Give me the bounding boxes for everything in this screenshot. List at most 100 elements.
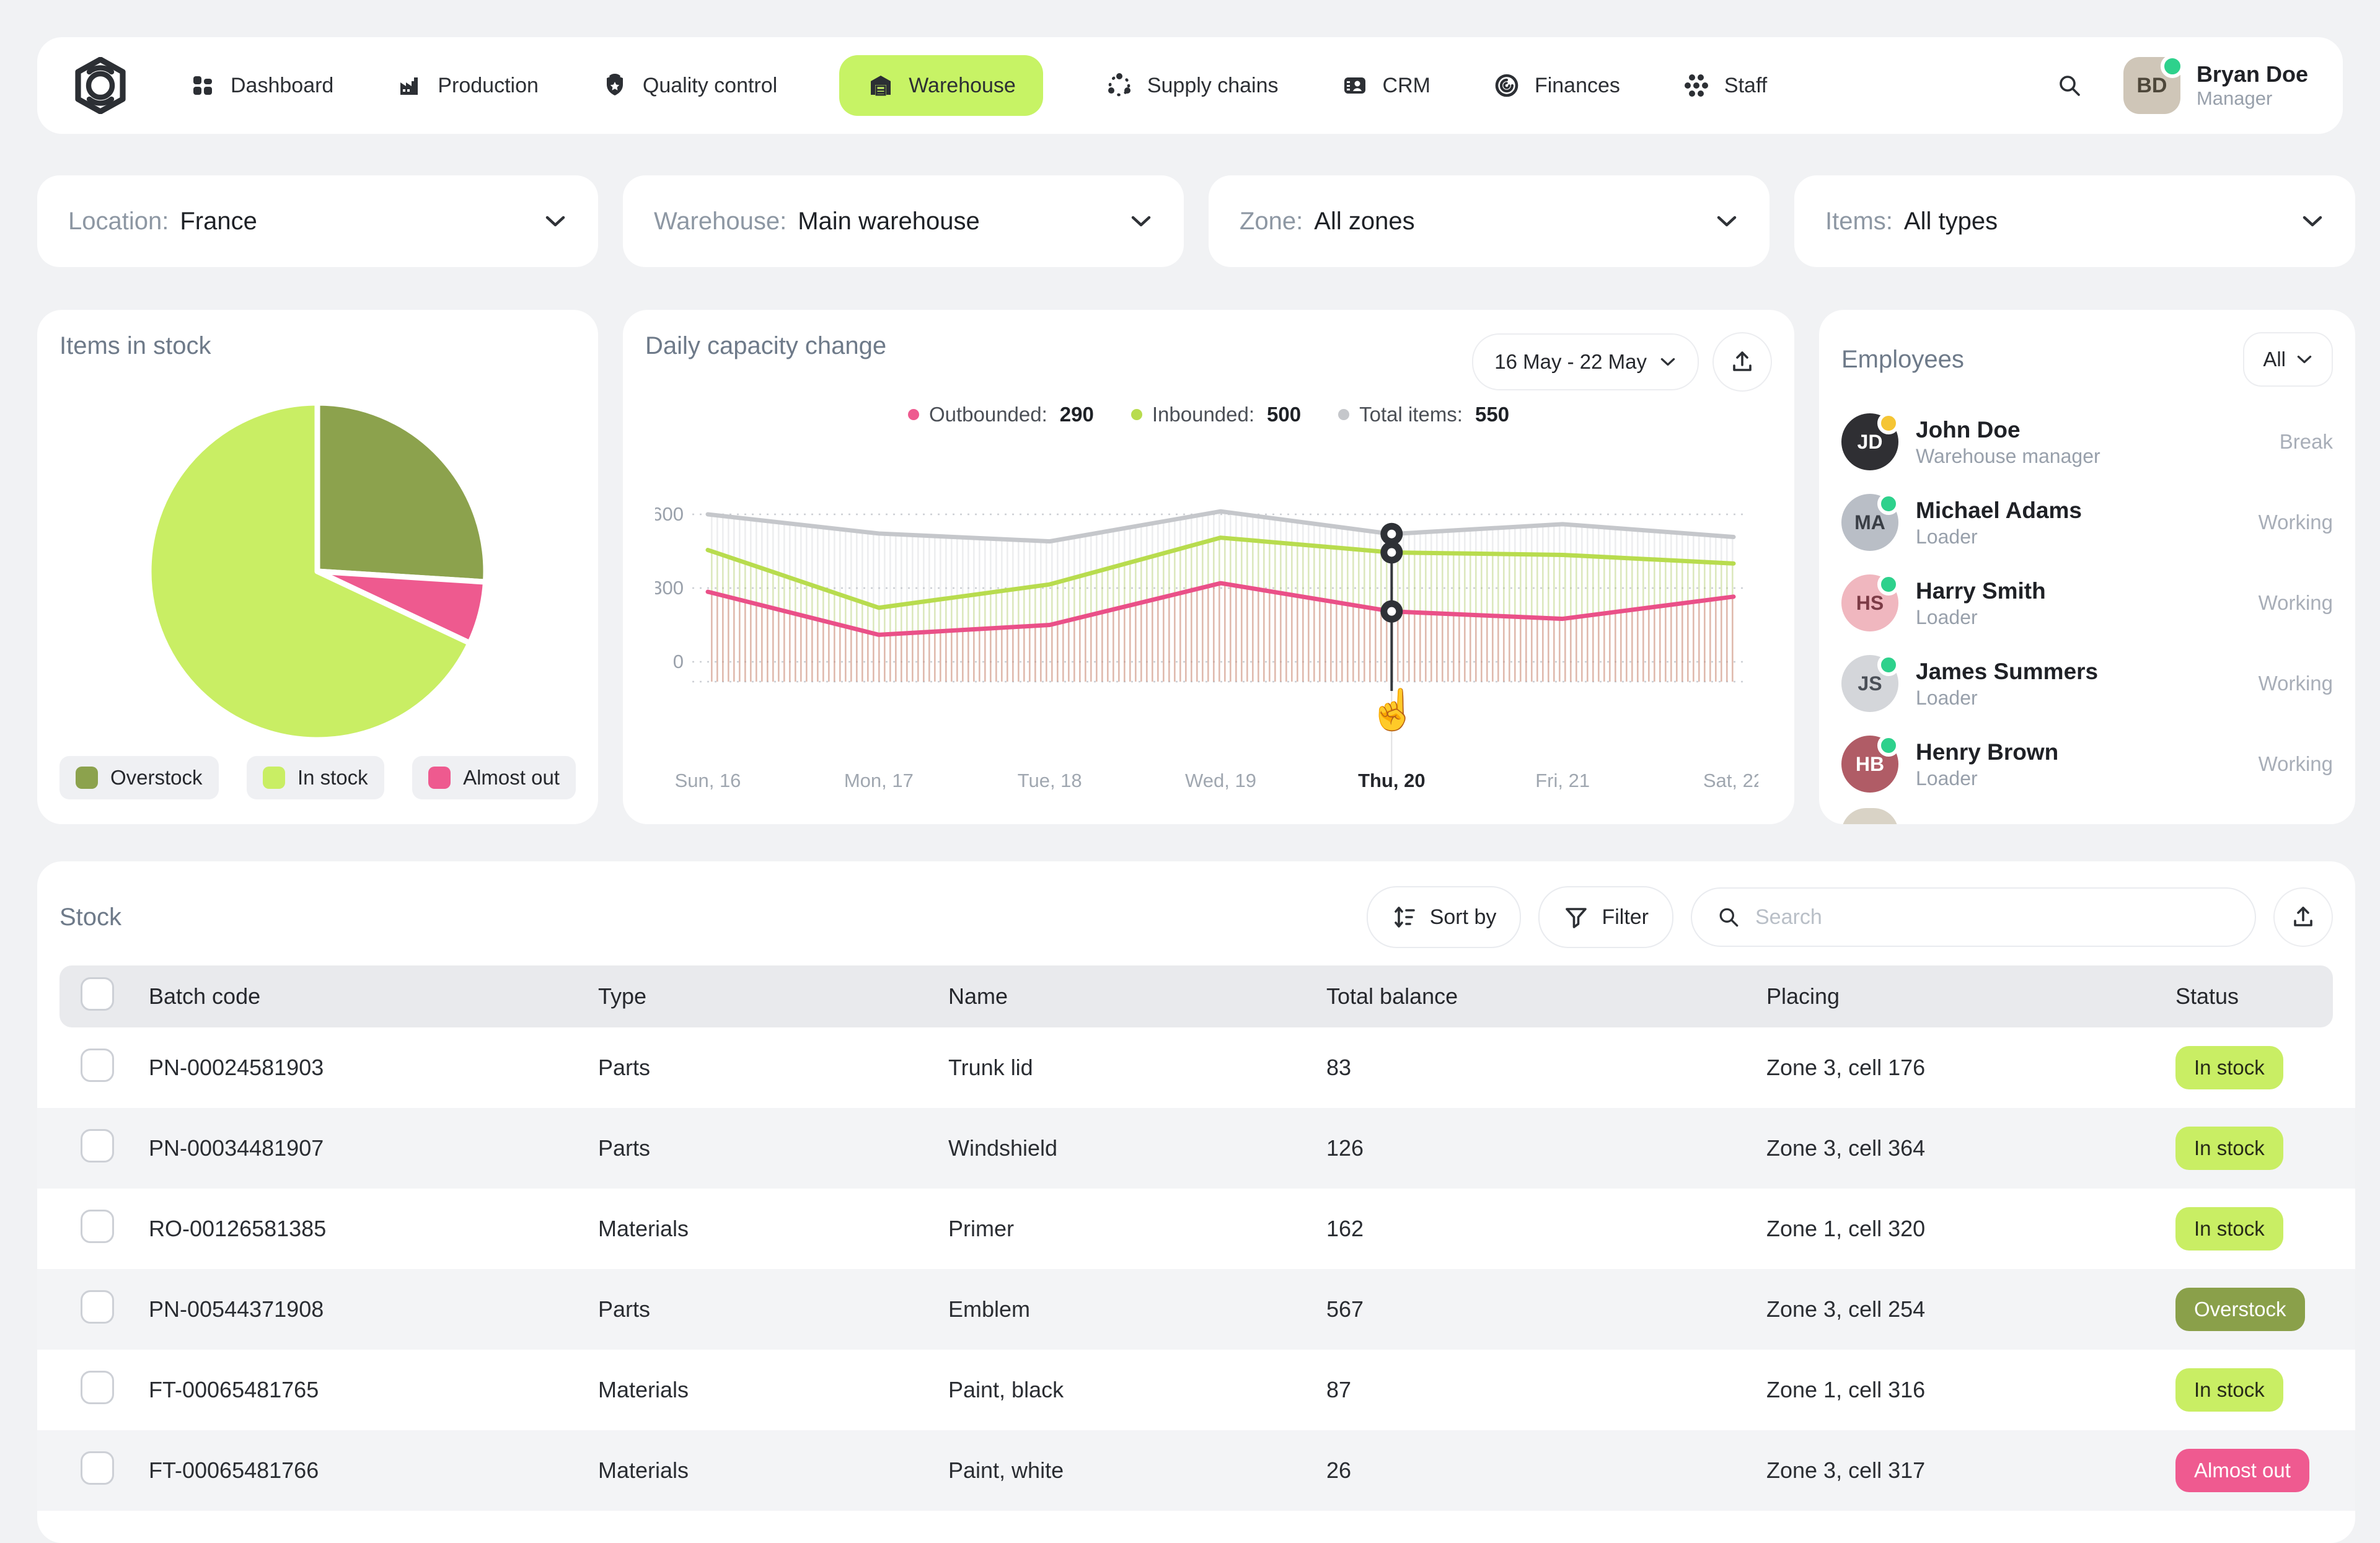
row-checkbox[interactable]	[81, 1209, 114, 1243]
filter-warehouse[interactable]: Warehouse: Main warehouse	[623, 175, 1184, 267]
nav-label: CRM	[1382, 73, 1430, 97]
employees-filter-select[interactable]: All	[2243, 332, 2333, 387]
export-chart-button[interactable]	[1712, 332, 1772, 392]
legend-label: Outbounded:	[928, 403, 1047, 426]
filter-button[interactable]: Filter	[1538, 886, 1673, 948]
row-checkbox[interactable]	[81, 1290, 114, 1324]
employees-list: JD John Doe Warehouse manager Break MA M…	[1841, 402, 2333, 824]
legend-dot	[1338, 409, 1350, 420]
search-button[interactable]	[2055, 71, 2084, 100]
nav-item-quality-control[interactable]: Quality control	[601, 71, 777, 100]
nav-item-dashboard[interactable]: Dashboard	[188, 71, 333, 100]
legend-label: Total items:	[1359, 403, 1463, 426]
employees-filter-value: All	[2263, 348, 2286, 371]
employee-row[interactable]: MA Michael Adams Loader Working	[1841, 482, 2333, 563]
employee-row[interactable]: HS Harry Smith Loader Working	[1841, 563, 2333, 643]
employee-status: Break	[2279, 430, 2333, 453]
employee-row-partial	[1841, 808, 1898, 824]
select-all-checkbox[interactable]	[81, 977, 114, 1011]
svg-text:600: 600	[655, 505, 684, 525]
status-dot	[1877, 734, 1900, 757]
avatar: HB	[1841, 734, 1900, 793]
employee-role: Loader	[1916, 525, 1978, 548]
employee-status: Working	[2258, 511, 2333, 534]
row-checkbox[interactable]	[81, 1451, 114, 1485]
legend-label: In stock	[297, 766, 368, 789]
nav-item-warehouse[interactable]: Warehouse	[839, 55, 1043, 116]
factory-icon	[400, 77, 418, 95]
stock-search[interactable]	[1691, 887, 2256, 947]
cell-balance: 83	[1326, 1055, 1352, 1080]
chevron-down-icon	[1131, 216, 1151, 227]
row-checkbox[interactable]	[81, 1048, 114, 1082]
warehouse-icon	[871, 76, 891, 96]
nav-item-finances[interactable]: Finances	[1492, 71, 1620, 100]
export-table-button[interactable]	[2273, 887, 2333, 947]
table-row[interactable]: RO-00126581385 Materials Primer 162 Zone…	[37, 1189, 2355, 1269]
table-row[interactable]: PN-00034481907 Parts Windshield 126 Zone…	[37, 1108, 2355, 1189]
cell-placing: Zone 3, cell 254	[1766, 1296, 1926, 1322]
employee-row[interactable]: JD John Doe Warehouse manager Break	[1841, 402, 2333, 482]
avatar: MA	[1841, 493, 1900, 551]
sort-by-button[interactable]: Sort by	[1366, 886, 1522, 948]
nav-item-crm[interactable]: CRM	[1341, 71, 1430, 100]
pie-legend: Overstock In stock Almost out	[60, 756, 576, 799]
app-logo-icon[interactable]	[72, 57, 129, 114]
search-input[interactable]	[1754, 904, 2231, 930]
column-header: Batch code	[149, 983, 261, 1009]
filter-zone[interactable]: Zone: All zones	[1209, 175, 1770, 267]
table-row[interactable]: PN-00024581903 Parts Trunk lid 83 Zone 3…	[37, 1027, 2355, 1108]
legend-label: Inbounded:	[1152, 403, 1255, 426]
legend-outbounded: Outbounded: 290	[907, 403, 1094, 426]
nav-item-supply-chains[interactable]: Supply chains	[1105, 71, 1279, 100]
finances-coin-icon	[1495, 74, 1518, 97]
status-badge: In stock	[2175, 1127, 2283, 1170]
cell-placing: Zone 1, cell 316	[1766, 1377, 1926, 1402]
avatar-initials: HB	[1855, 752, 1885, 775]
table-row[interactable]: FT-00065481766 Materials Paint, white 26…	[37, 1430, 2355, 1511]
employee-row[interactable]: HB Henry Brown Loader Working	[1841, 724, 2333, 804]
legend-item-in-stock: In stock	[246, 756, 384, 799]
filter-items[interactable]: Items: All types	[1794, 175, 2355, 267]
cell-placing: Zone 3, cell 317	[1766, 1457, 1926, 1483]
chevron-down-icon	[545, 216, 565, 227]
status-badge: Almost out	[2175, 1449, 2309, 1492]
nav-label: Finances	[1534, 73, 1620, 97]
employee-status: Working	[2258, 591, 2333, 614]
cell-type: Materials	[598, 1377, 689, 1402]
daily-capacity-card: Daily capacity change 16 May - 22 May Ou…	[623, 310, 1794, 824]
cell-name: Emblem	[948, 1296, 1031, 1322]
table-row[interactable]: FT-00065481765 Materials Paint, black 87…	[37, 1350, 2355, 1430]
status-dot	[1877, 573, 1900, 596]
avatar-initials: JS	[1858, 672, 1882, 695]
avatar: BD	[2123, 55, 2184, 114]
date-range-select[interactable]: 16 May - 22 May	[1472, 333, 1699, 390]
cell-name: Paint, black	[948, 1377, 1064, 1402]
table-body: PN-00024581903 Parts Trunk lid 83 Zone 3…	[37, 1027, 2355, 1511]
cell-batch-code: PN-00024581903	[149, 1055, 324, 1080]
svg-text:Wed, 19: Wed, 19	[1185, 770, 1256, 791]
svg-text:Thu, 20: Thu, 20	[1358, 770, 1426, 791]
stock-pie-chart[interactable]	[37, 390, 598, 737]
legend-swatch	[428, 767, 451, 789]
user-menu[interactable]: BD Bryan Doe Manager	[2123, 55, 2308, 114]
cell-balance: 162	[1326, 1216, 1364, 1241]
online-status-dot	[2160, 55, 2184, 78]
row-checkbox[interactable]	[81, 1370, 114, 1404]
employee-role: Warehouse manager	[1916, 444, 2100, 467]
cell-balance: 87	[1326, 1377, 1352, 1402]
chevron-down-icon	[1660, 358, 1675, 366]
nav-item-staff[interactable]: Staff	[1682, 71, 1767, 100]
status-badge: In stock	[2175, 1207, 2283, 1251]
employee-name: Michael Adams	[1916, 498, 2082, 524]
svg-text:Tue, 18: Tue, 18	[1018, 770, 1082, 791]
table-row[interactable]: PN-00544371908 Parts Emblem 567 Zone 3, …	[37, 1269, 2355, 1350]
legend-item-overstock: Overstock	[60, 756, 219, 799]
row-checkbox[interactable]	[81, 1128, 114, 1163]
nav-item-production[interactable]: Production	[395, 71, 539, 100]
column-header: Total balance	[1326, 983, 1458, 1009]
capacity-line-chart[interactable]: 600 300 0 ☝ Sun, 16 Mon, 17 Tue, 18 Wed, 19 Thu,…	[655, 505, 1758, 796]
filter-location[interactable]: Location: France	[37, 175, 598, 267]
employee-row[interactable]: JS James Summers Loader Working	[1841, 643, 2333, 724]
cell-placing: Zone 3, cell 364	[1766, 1135, 1926, 1161]
